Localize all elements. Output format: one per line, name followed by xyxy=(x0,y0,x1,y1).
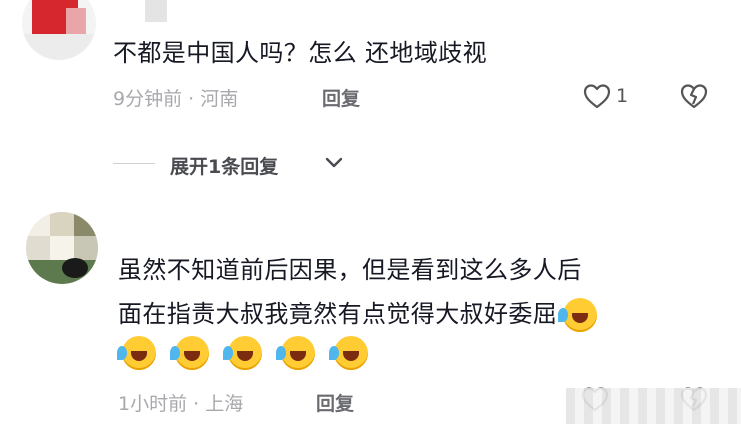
watermark-mosaic xyxy=(566,388,741,424)
avatar[interactable] xyxy=(26,212,98,284)
avatar-blur-block xyxy=(74,236,98,260)
comment-text-line2: 面在指责大叔我竟然有点觉得大叔好委屈 xyxy=(118,300,558,328)
expand-replies-button[interactable]: 展开1条回复 xyxy=(170,152,278,179)
avatar-blur-block xyxy=(74,212,98,236)
comment-meta: 9分钟前 · 河南 xyxy=(113,88,239,110)
username-mosaic xyxy=(145,0,167,22)
laughing-emoji xyxy=(170,336,210,370)
avatar-blur-block xyxy=(50,236,74,260)
heart-outline-icon[interactable] xyxy=(583,83,611,109)
comment-text-line: 虽然不知道前后因果，但是看到这么多人后 xyxy=(118,256,582,284)
laughing-emoji xyxy=(276,336,316,370)
laughing-emoji xyxy=(558,298,598,332)
expand-replies-label: 展开1条回复 xyxy=(170,156,279,178)
like-count: 1 xyxy=(616,85,629,107)
avatar[interactable] xyxy=(22,0,96,60)
reply-button[interactable]: 回复 xyxy=(316,389,354,416)
laughing-emoji xyxy=(223,336,263,370)
chevron-down-icon[interactable] xyxy=(324,156,344,170)
avatar-blur-block xyxy=(26,212,50,236)
avatar-blur-block xyxy=(50,212,74,236)
expand-divider xyxy=(113,163,155,164)
comment-meta: 1小时前 · 上海 xyxy=(118,393,244,415)
laughing-emoji xyxy=(329,336,369,370)
laughing-emoji xyxy=(117,336,156,370)
comment-text: 不都是中国人吗？怎么 还地域歧视 xyxy=(113,39,488,67)
avatar-blur-block xyxy=(66,8,86,34)
avatar-blur-block xyxy=(22,34,96,60)
broken-heart-icon[interactable] xyxy=(679,83,709,109)
reply-button[interactable]: 回复 xyxy=(322,84,360,111)
avatar-blur-block xyxy=(62,258,88,278)
avatar-blur-block xyxy=(26,236,50,260)
emoji-row xyxy=(117,336,374,370)
comment-text-line: 面在指责大叔我竟然有点觉得大叔好委屈 xyxy=(118,295,603,333)
